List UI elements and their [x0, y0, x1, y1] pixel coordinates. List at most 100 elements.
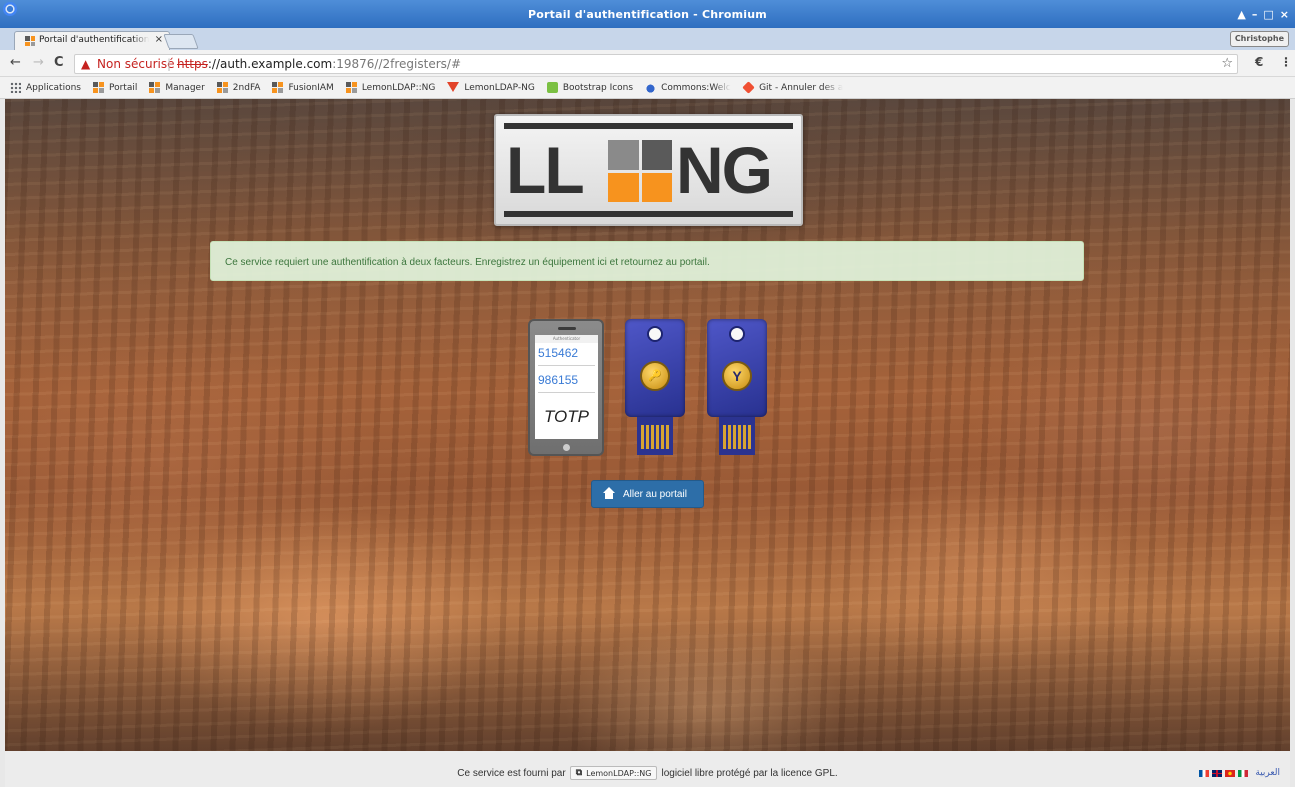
u2f-key-icon: 🔑	[640, 361, 670, 391]
external-link-icon: ⧉	[575, 768, 583, 778]
gitlab-icon	[447, 82, 460, 93]
key-ring-hole	[729, 326, 745, 342]
profile-button[interactable]: Christophe	[1229, 31, 1289, 47]
phone-app-title: Authenticator	[535, 335, 598, 343]
tab-strip: Portail d'authentification × Christophe	[0, 28, 1295, 50]
bookmark-label: Manager	[165, 82, 205, 93]
flag-it-icon[interactable]	[1238, 769, 1249, 777]
back-icon[interactable]: ←	[10, 55, 21, 70]
window-close-icon[interactable]: ×	[1280, 8, 1289, 21]
security-warning-icon[interactable]: ▲	[81, 57, 90, 71]
language-arabic[interactable]: العربية	[1255, 768, 1280, 778]
security-label[interactable]: Non sécurisé	[97, 57, 174, 71]
page-background: LL NG Ce service requiert une authentifi…	[5, 99, 1290, 751]
bookmark-label: Portail	[108, 82, 138, 93]
bookmark-2ndfa[interactable]: 2ndFA	[216, 82, 261, 93]
go-to-portal-button[interactable]: Aller au portail	[591, 480, 704, 508]
flag-fr-icon[interactable]	[1199, 769, 1210, 777]
bookmark-git[interactable]: Git - Annuler des a	[742, 81, 844, 94]
page-footer: Ce service est fourni par ⧉ LemonLDAP::N…	[5, 751, 1290, 787]
window-title: Portail d'authentification - Chromium	[528, 8, 767, 21]
u2f-key-body: 🔑	[625, 319, 685, 417]
bookmark-bootstrap-icons[interactable]: Bootstrap Icons	[546, 82, 633, 93]
flag-vi-icon[interactable]	[1225, 769, 1236, 777]
usb-connector	[637, 417, 673, 455]
bookmarks-bar: Applications Portail Manager 2ndFA Fusio…	[0, 77, 1295, 99]
window-titlebar: Portail d'authentification - Chromium ▲ …	[0, 0, 1295, 28]
lemonldap-icon	[272, 82, 284, 93]
bookmark-portail[interactable]: Portail	[92, 82, 138, 93]
url-scheme: https	[177, 57, 208, 71]
language-selector: العربية	[1199, 768, 1280, 778]
tab-label: Portail d'authentification	[39, 35, 149, 45]
commons-icon	[645, 82, 657, 93]
lemonldap-link[interactable]: ⧉ LemonLDAP::NG	[569, 766, 658, 780]
phone-screen: Authenticator 515462 986155 TOTP	[535, 335, 598, 439]
divider	[538, 365, 595, 366]
tab-portail[interactable]: Portail d'authentification ×	[14, 31, 170, 50]
flag-en-icon[interactable]	[1212, 769, 1223, 777]
window-minimize-icon[interactable]: –	[1252, 8, 1258, 21]
url-host: ://auth.example.com	[207, 57, 333, 71]
footer-text-before: Ce service est fourni par	[457, 767, 566, 779]
lemonldap-logo: LL NG	[494, 114, 803, 226]
bookmark-fusioniam[interactable]: FusionIAM	[272, 82, 334, 93]
bookmark-commons[interactable]: Commons:Welcome	[645, 82, 731, 93]
totp-code-1: 515462	[538, 346, 579, 360]
forward-icon[interactable]: →	[33, 55, 44, 70]
yubikey-device-button[interactable]: Y	[707, 319, 767, 456]
phone-speaker	[558, 327, 576, 330]
totp-code-2: 986155	[538, 373, 579, 387]
apps-grid-icon	[10, 82, 21, 93]
window-controls: ▲ – □ ×	[1237, 8, 1289, 21]
omnibox-separator: |	[167, 57, 172, 71]
totp-device-button[interactable]: Authenticator 515462 986155 TOTP	[528, 319, 604, 456]
bookmark-label: LemonLDAP-NG	[464, 82, 535, 93]
u2f-device-button[interactable]: 🔑	[625, 319, 685, 456]
bookmark-label: Commons:Welcome	[661, 82, 731, 93]
browser-toolbar: ← → C ▲ Non sécurisé | https://auth.exam…	[0, 50, 1295, 77]
bookmark-lemonldap-ng[interactable]: LemonLDAP::NG	[345, 82, 436, 93]
window-shade-icon[interactable]: ▲	[1237, 8, 1245, 21]
logo-squares	[608, 140, 672, 202]
footer-text-after: logiciel libre protégé par la licence GP…	[661, 767, 838, 779]
extension-icon[interactable]: €	[1255, 55, 1263, 69]
bookmark-lemonldap-ng-gitlab[interactable]: LemonLDAP-NG	[447, 82, 535, 93]
menu-icon[interactable]: ⋮	[1280, 55, 1292, 69]
logo-text-right: NG	[676, 133, 773, 207]
window-maximize-icon[interactable]: □	[1263, 8, 1273, 21]
bookmark-label: LemonLDAP::NG	[361, 82, 436, 93]
two-factor-alert: Ce service requiert une authentification…	[210, 241, 1084, 281]
lemonldap-icon	[149, 82, 161, 93]
logo-bar	[504, 123, 793, 129]
lemonldap-icon	[345, 82, 357, 93]
lemonldap-favicon-icon	[25, 36, 35, 46]
logo-text-left: LL	[506, 133, 585, 207]
footer-credits: Ce service est fourni par ⧉ LemonLDAP::N…	[5, 766, 1290, 780]
new-tab-button[interactable]	[163, 34, 199, 49]
bookmark-star-icon[interactable]: ☆	[1221, 56, 1233, 71]
usb-connector	[719, 417, 755, 455]
divider	[538, 392, 595, 393]
bookmark-manager[interactable]: Manager	[149, 82, 205, 93]
bookmark-label: FusionIAM	[288, 82, 334, 93]
logo-bar	[504, 211, 793, 217]
go-to-portal-label: Aller au portail	[623, 488, 687, 500]
bookmark-label: Applications	[26, 82, 81, 93]
key-ring-hole	[647, 326, 663, 342]
yubikey-body: Y	[707, 319, 767, 417]
bookmark-applications[interactable]: Applications	[10, 82, 81, 93]
url-text[interactable]: https://auth.example.com:19876//2fregist…	[177, 57, 461, 71]
home-icon	[603, 487, 615, 499]
device-choices: Authenticator 515462 986155 TOTP 🔑 Y	[528, 319, 768, 459]
url-path: :19876//2fregisters/#	[332, 57, 461, 71]
bookmark-label: Git - Annuler des a	[759, 82, 844, 93]
bootstrap-icon	[546, 82, 558, 93]
address-bar[interactable]: ▲ Non sécurisé | https://auth.example.co…	[74, 54, 1238, 74]
tab-close-icon[interactable]: ×	[155, 34, 163, 45]
bookmark-label: 2ndFA	[232, 82, 261, 93]
lemonldap-link-label: LemonLDAP::NG	[586, 768, 652, 778]
lemonldap-icon	[92, 82, 104, 93]
yubikey-logo-icon: Y	[722, 361, 752, 391]
reload-icon[interactable]: C	[54, 55, 64, 70]
